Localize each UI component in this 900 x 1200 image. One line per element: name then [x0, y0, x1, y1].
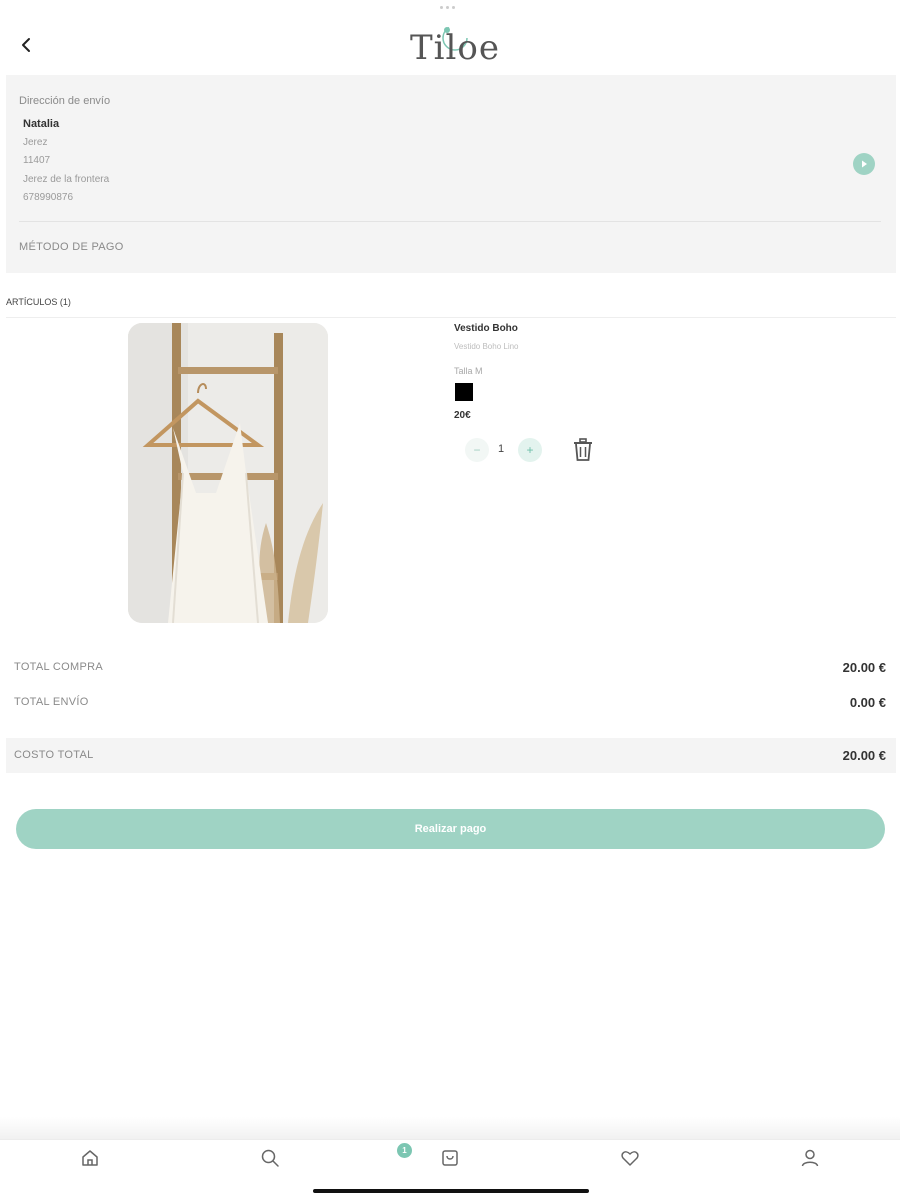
play-arrow-icon [862, 160, 867, 168]
product-name: Vestido Boho [454, 323, 518, 334]
grand-total-row: COSTO TOTAL 20.00 € [6, 738, 896, 773]
grand-total-value: 20.00 € [842, 748, 886, 763]
heart-icon [621, 1151, 639, 1166]
total-purchase-value: 20.00 € [842, 660, 886, 675]
address-heading: Dirección de envío [19, 95, 111, 107]
total-shipping-row: TOTAL ENVÍO 0.00 € [6, 685, 896, 720]
address-line: Jerez [23, 137, 48, 148]
total-purchase-label: TOTAL COMPRA [14, 661, 103, 673]
app-header: Tiloe [0, 0, 900, 75]
articles-heading: ARTÍCULOS (1) [6, 297, 71, 307]
product-image[interactable] [128, 323, 328, 623]
grand-total-label: COSTO TOTAL [14, 749, 94, 761]
quantity-value: 1 [498, 443, 505, 455]
home-icon [82, 1150, 98, 1166]
tab-home[interactable] [78, 1146, 102, 1170]
bag-icon [442, 1150, 458, 1166]
back-button[interactable] [14, 33, 38, 57]
chevron-left-icon [22, 38, 30, 52]
shipping-address-card[interactable]: Dirección de envío Natalia Jerez 11407 J… [6, 75, 896, 273]
tab-favorites[interactable] [618, 1146, 642, 1170]
user-icon [801, 1149, 819, 1167]
pay-button[interactable]: Realizar pago [16, 809, 885, 849]
address-phone: 678990876 [23, 192, 74, 203]
product-subtitle: Vestido Boho Lino [454, 342, 519, 351]
cart-badge: 1 [397, 1143, 412, 1158]
product-price: 20€ [454, 410, 471, 421]
product-size: Talla M [454, 366, 483, 376]
logo-text: Tiloe [410, 28, 501, 68]
home-indicator [313, 1189, 589, 1193]
total-shipping-value: 0.00 € [849, 695, 886, 710]
tab-cart[interactable] [438, 1146, 462, 1170]
top-dots [440, 6, 460, 10]
quantity-increase-button[interactable]: + [518, 438, 542, 462]
product-color-swatch [455, 383, 473, 401]
tabbar-shadow [0, 1117, 900, 1139]
divider [6, 317, 896, 318]
quantity-decrease-button[interactable]: − [465, 438, 489, 462]
address-name: Natalia [23, 118, 60, 130]
payment-method-label[interactable]: MÉTODO DE PAGO [19, 241, 124, 253]
trash-icon [574, 438, 592, 461]
total-purchase-row: TOTAL COMPRA 20.00 € [6, 650, 896, 685]
total-shipping-label: TOTAL ENVÍO [14, 696, 89, 708]
tab-profile[interactable] [798, 1146, 822, 1170]
brand-logo[interactable]: Tiloe [410, 20, 499, 68]
dress-photo [128, 323, 328, 623]
address-line: Jerez de la frontera [23, 174, 110, 185]
address-line: 11407 [23, 155, 51, 166]
delete-item-button[interactable] [571, 437, 595, 463]
divider [19, 221, 881, 222]
tab-search[interactable] [258, 1146, 282, 1170]
address-edit-button[interactable] [853, 153, 875, 175]
search-icon [261, 1149, 279, 1167]
